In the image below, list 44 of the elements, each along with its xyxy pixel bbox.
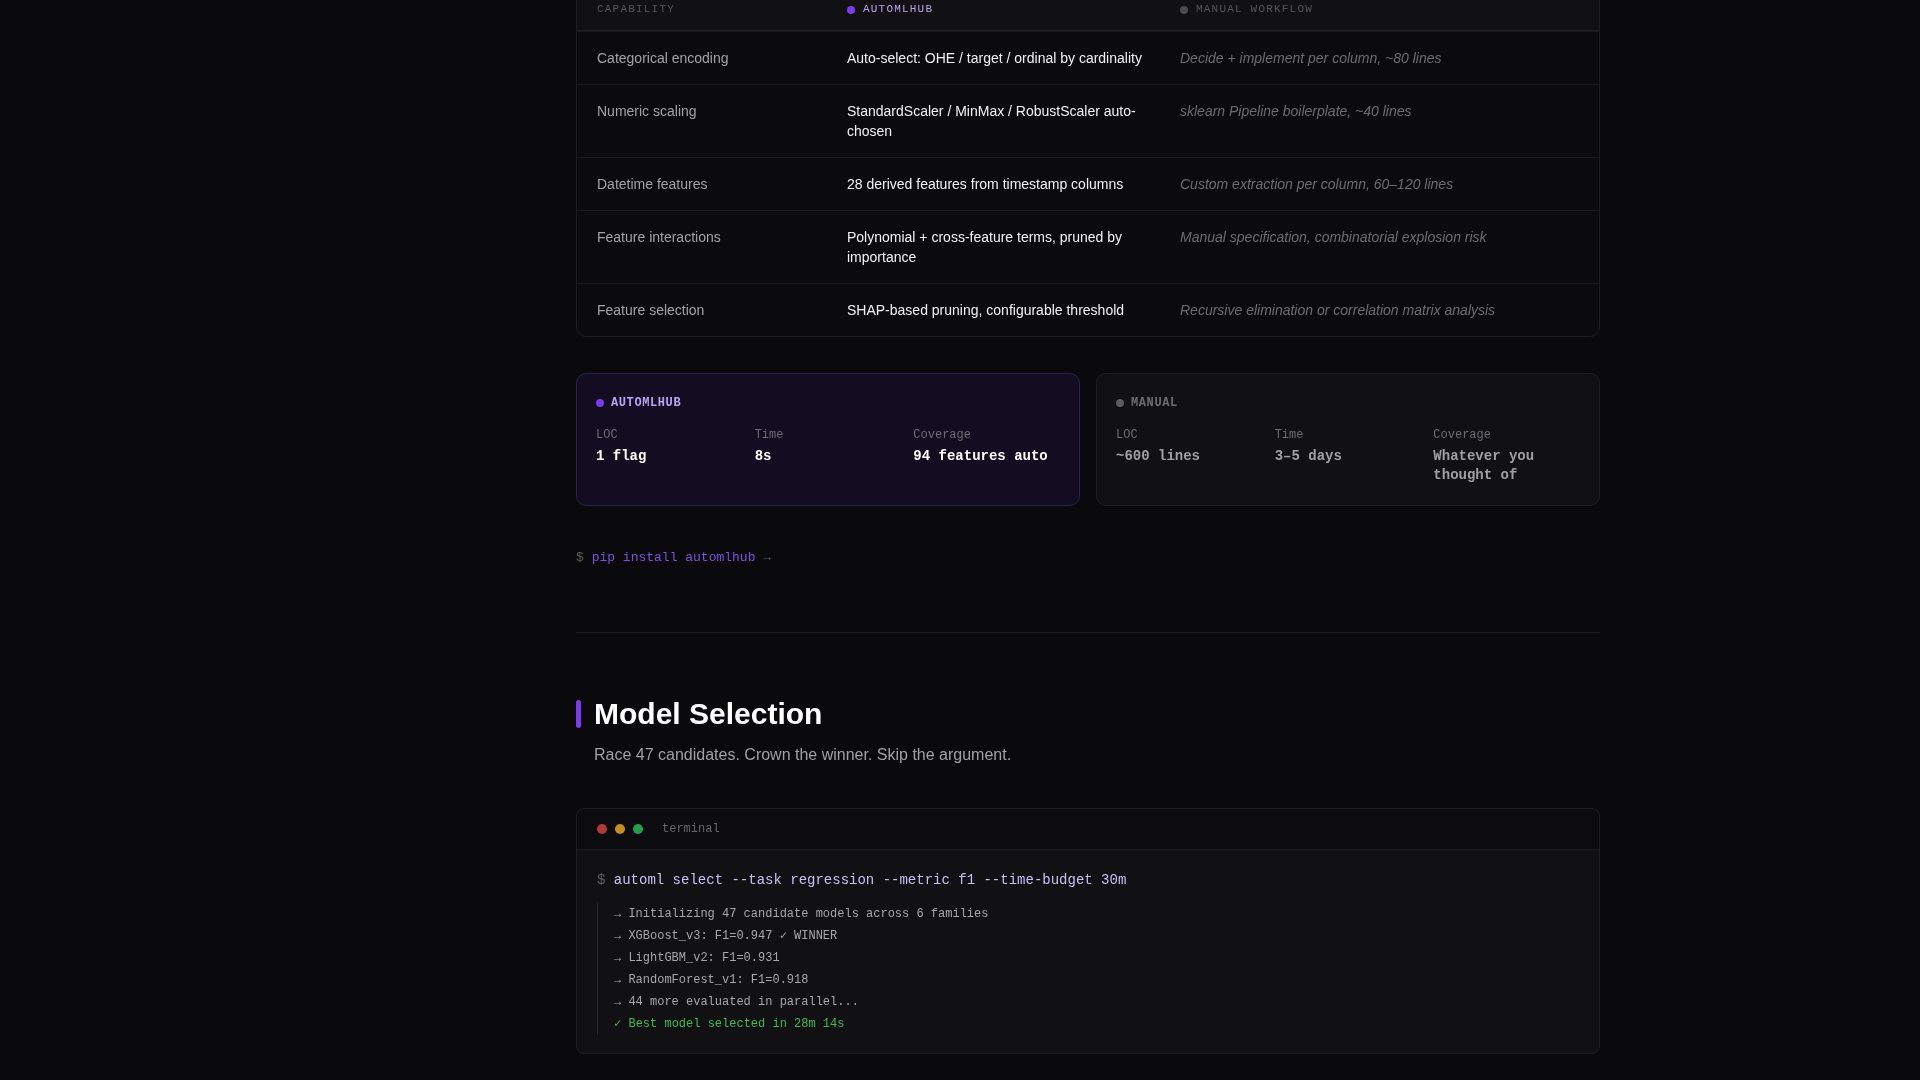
stat-value: ~600 lines xyxy=(1116,447,1201,466)
table-cell-text: Polynomial + cross-feature terms, pruned by importance xyxy=(847,228,1124,267)
terminal-output-line: → LightGBM_v2: F1=0.931 xyxy=(614,950,781,967)
terminal-title: terminal xyxy=(662,822,720,836)
stat-value: 94 features auto xyxy=(913,447,1049,466)
stat-label: LOC xyxy=(1116,427,1139,443)
terminal-command: $ automl select --task regression --metric f1 --time-budget 30m xyxy=(597,871,1128,890)
table-cell-text: 28 derived features from timestamp columns xyxy=(847,175,1125,194)
install-command-link[interactable]: $ pip install automlhub → xyxy=(576,548,772,568)
stat-label: Time xyxy=(754,427,785,443)
section-title: Model Selection xyxy=(594,697,823,731)
table-cell-text: Custom extraction per column, 60–120 lines xyxy=(1180,175,1455,194)
terminal-output-line: → 44 more evaluated in parallel... xyxy=(614,994,860,1011)
stat-value: 1 flag xyxy=(596,447,648,466)
column-header: AUTOMLHUB xyxy=(863,3,934,16)
terminal-output-line: → Initializing 47 candidate models across 6 families xyxy=(614,906,990,923)
stat-value: 3–5 days xyxy=(1274,447,1343,466)
column-header: MANUAL WORKFLOW xyxy=(1196,3,1314,16)
terminal-output-line: ✓ Best model selected in 28m 14s xyxy=(614,1016,846,1033)
card-title: AUTOMLHUB xyxy=(611,395,682,411)
card-title: MANUAL xyxy=(1131,395,1178,411)
accent-bar-icon xyxy=(576,700,581,728)
table-cell-text: Numeric scaling xyxy=(597,102,698,121)
stat-label: Coverage xyxy=(1433,427,1492,443)
table-cell-text: Feature interactions xyxy=(597,228,722,247)
table-cell-text: StandardScaler / MinMax / RobustScaler auto-chosen xyxy=(847,102,1137,141)
terminal-output-line: → XGBoost_v3: F1=0.947 ✓ WINNER xyxy=(614,928,839,945)
table-cell-text: Feature selection xyxy=(597,301,706,320)
table-cell-text: Manual specification, combinatorial explosion risk xyxy=(1180,228,1488,247)
stat-label: Time xyxy=(1274,427,1305,443)
terminal-output-line: → RandomForest_v1: F1=0.918 xyxy=(614,972,810,989)
stat-value: 8s xyxy=(754,447,773,466)
table-cell-text: Categorical encoding xyxy=(597,49,730,68)
section-subtitle: Race 47 candidates. Crown the winner. Skip the argument. xyxy=(594,745,1013,765)
table-cell-text: Datetime features xyxy=(597,175,709,194)
stat-label: LOC xyxy=(596,427,619,443)
stat-value: Whatever you thought of xyxy=(1433,447,1536,485)
table-cell-text: Recursive elimination or correlation matrix analysis xyxy=(1180,301,1497,320)
column-header: CAPABILITY xyxy=(597,3,675,16)
table-cell-text: Auto-select: OHE / target / ordinal by cardinality xyxy=(847,49,1143,68)
table-cell-text: sklearn Pipeline boilerplate, ~40 lines xyxy=(1180,102,1413,121)
table-cell-text: SHAP-based pruning, configurable threshold xyxy=(847,301,1126,320)
stat-label: Coverage xyxy=(913,427,972,443)
table-cell-text: Decide + implement per column, ~80 lines xyxy=(1180,49,1443,68)
